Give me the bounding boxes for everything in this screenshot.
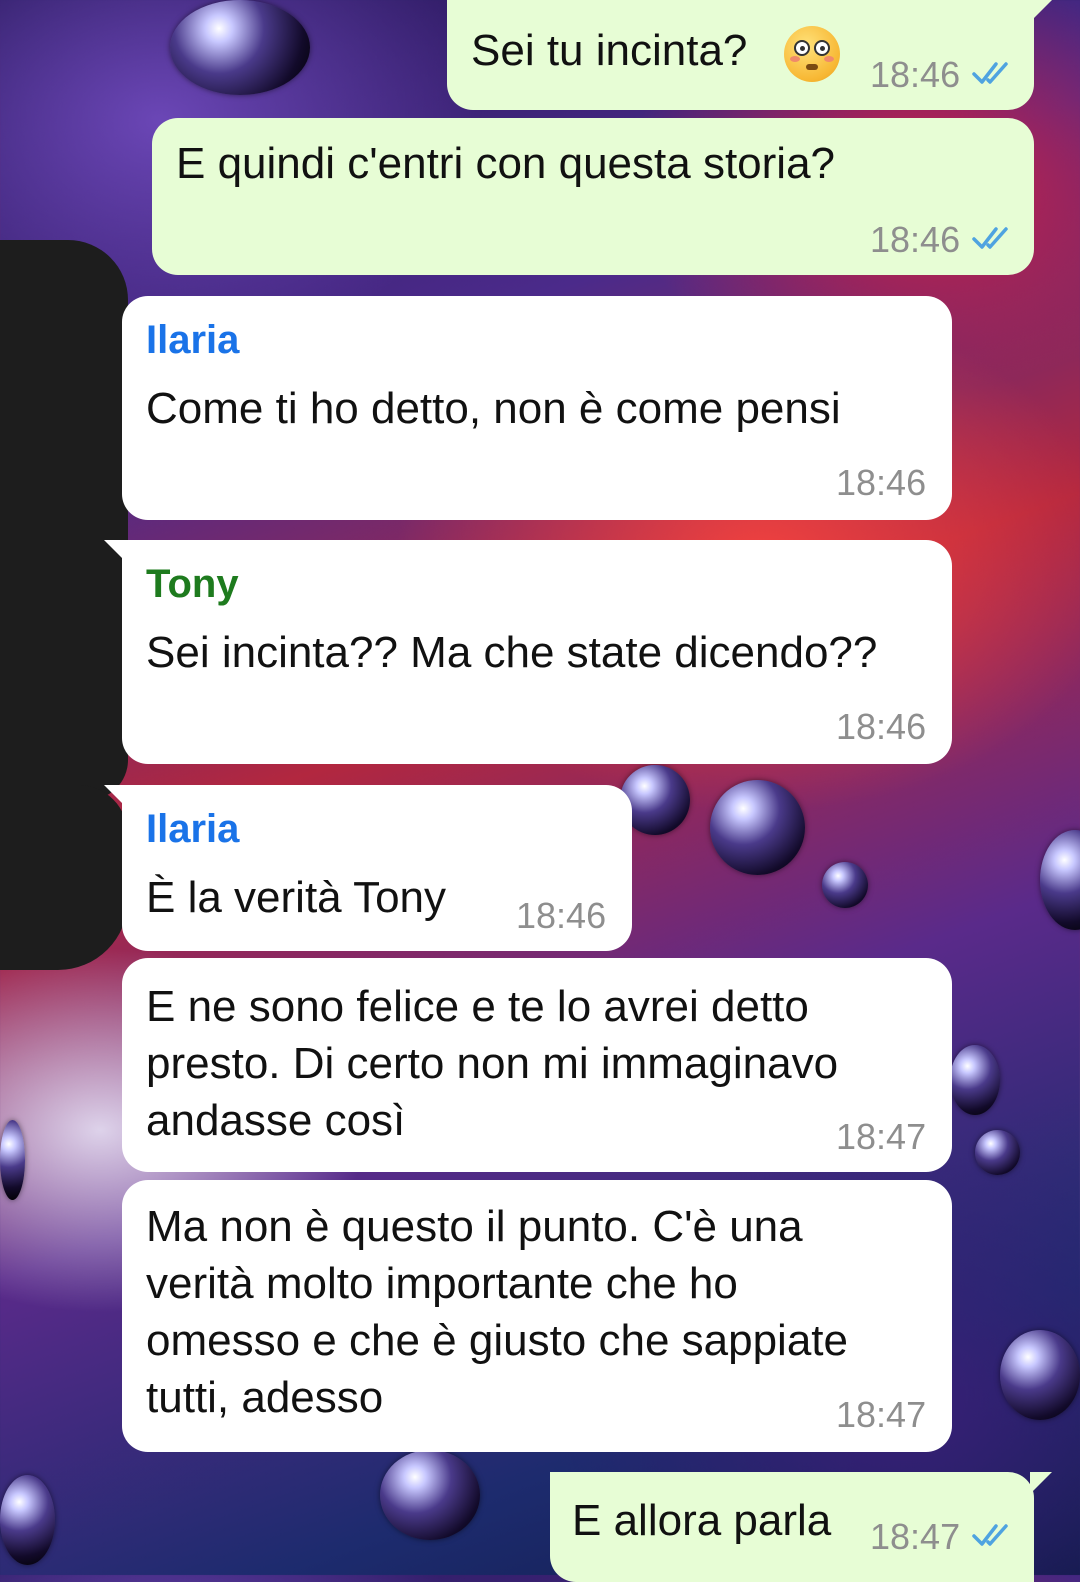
background-droplet — [710, 780, 805, 875]
message-text-line: Ma non è questo il punto. C'è una — [146, 1202, 803, 1251]
outgoing-message[interactable]: E allora parla 18:47 — [550, 1472, 1052, 1582]
incoming-message[interactable]: Ma non è questo il punto. C'è una verità… — [122, 1180, 952, 1452]
message-time: 18:47 — [836, 1394, 927, 1435]
message-text-line: tutti, adesso — [146, 1373, 384, 1422]
message-text-line: omesso e che è giusto che sappiate — [146, 1316, 849, 1365]
message-text: Sei incinta?? Ma che state dicendo?? — [146, 628, 878, 677]
incoming-message[interactable]: E ne sono felice e te lo avrei detto pre… — [122, 958, 952, 1172]
background-droplet — [1040, 830, 1080, 930]
redacted-avatar-area — [0, 785, 128, 970]
outgoing-message[interactable]: E quindi c'entri con questa storia? 18:4… — [152, 118, 1034, 275]
message-text-line: E ne sono felice e te lo avrei detto — [146, 982, 809, 1031]
message-time: 18:47 — [870, 1516, 961, 1557]
read-ticks-icon — [972, 62, 1008, 84]
background-droplet — [822, 862, 868, 908]
message-time: 18:46 — [516, 895, 607, 936]
message-text-line: presto. Di certo non mi immaginavo — [146, 1039, 839, 1088]
background-droplet — [950, 1045, 1000, 1115]
sender-name[interactable]: Tony — [146, 562, 239, 607]
read-ticks-icon — [972, 1524, 1008, 1546]
incoming-message[interactable]: Ilaria Come ti ho detto, non è come pens… — [122, 296, 952, 520]
message-time: 18:46 — [870, 54, 961, 95]
incoming-message[interactable]: Ilaria È la verità Tony 18:46 — [104, 785, 632, 951]
message-text: E allora parla — [572, 1496, 832, 1545]
message-text-line: verità molto importante che ho — [146, 1259, 738, 1308]
background-droplet — [1000, 1330, 1080, 1420]
sender-name[interactable]: Ilaria — [146, 318, 239, 363]
read-ticks-icon — [972, 227, 1008, 249]
message-time: 18:46 — [836, 462, 927, 503]
message-text: E quindi c'entri con questa storia? — [176, 139, 836, 188]
message-time: 18:46 — [836, 706, 927, 747]
incoming-message[interactable]: Tony Sei incinta?? Ma che state dicendo?… — [104, 540, 952, 764]
message-text: Sei tu incinta? — [471, 26, 748, 75]
redacted-avatar-area — [0, 240, 128, 800]
message-text: È la verità Tony — [146, 873, 447, 922]
message-text: Come ti ho detto, non è come pensi — [146, 384, 841, 433]
background-droplet — [380, 1450, 480, 1540]
background-droplet — [170, 0, 310, 95]
sender-name[interactable]: Ilaria — [146, 807, 239, 852]
background-droplet — [975, 1130, 1020, 1175]
message-time: 18:47 — [836, 1116, 927, 1157]
background-droplet — [0, 1120, 25, 1200]
background-droplet — [0, 1475, 55, 1565]
flushed-face-emoji-icon — [784, 26, 840, 82]
outgoing-message[interactable]: Sei tu incinta? 18:46 — [447, 0, 1052, 110]
message-time: 18:46 — [870, 219, 961, 260]
message-text-line: andasse così — [146, 1096, 406, 1145]
